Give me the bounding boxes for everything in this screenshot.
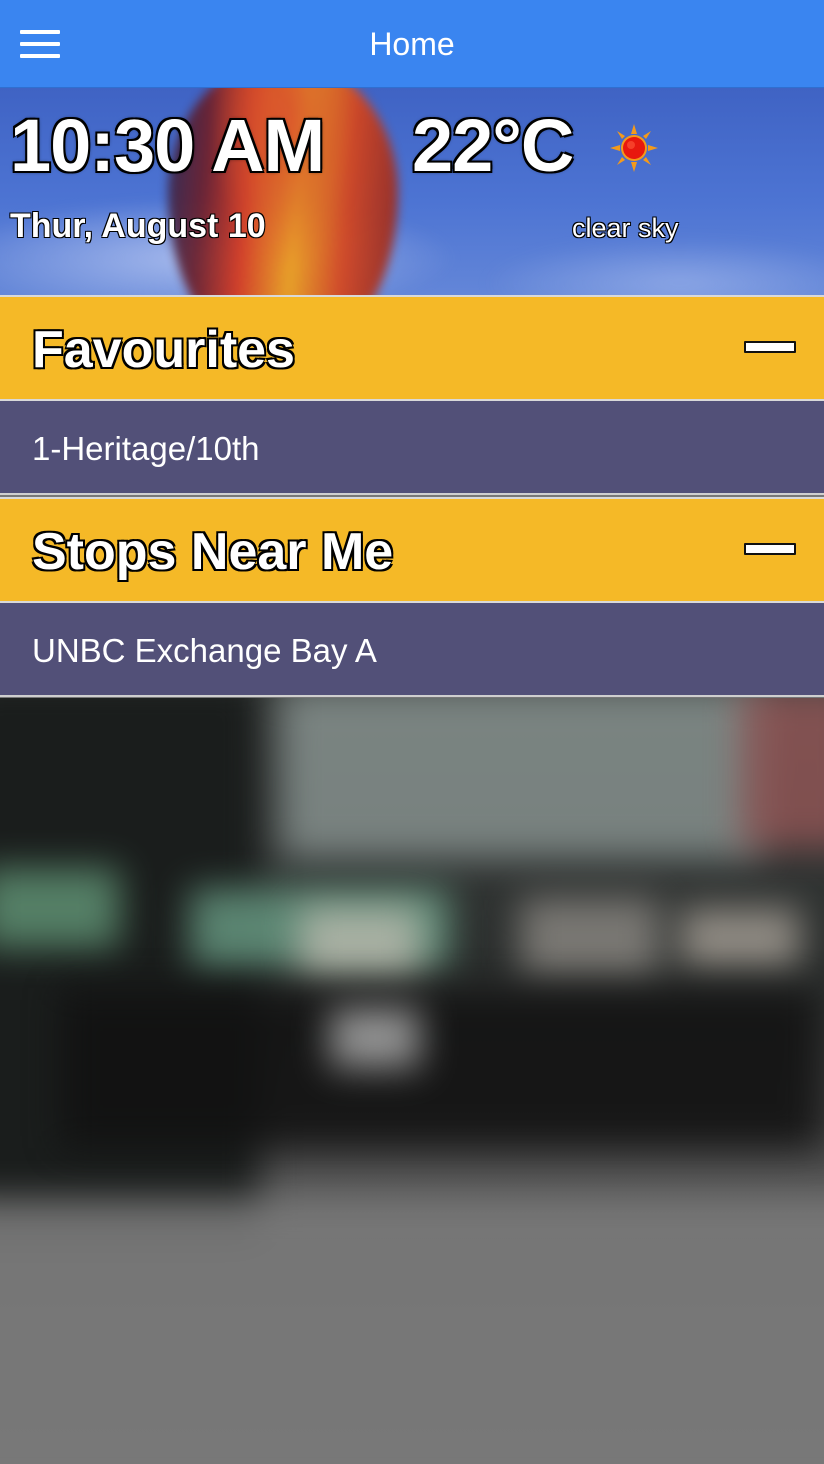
collapse-icon[interactable] <box>744 543 796 555</box>
stop-name: UNBC Exchange Bay A <box>32 632 377 669</box>
app-screen: Home 10:30 AM 22°C Thur, August 10 clear… <box>0 0 824 1464</box>
blurred-bus-background-image <box>0 698 824 1464</box>
section-title: Favourites <box>32 321 295 379</box>
favourites-section-header[interactable]: Favourites <box>0 295 824 401</box>
section-title: Stops Near Me <box>32 523 394 581</box>
stop-name: 1-Heritage/10th <box>32 430 260 467</box>
weather-condition: clear sky <box>572 213 679 243</box>
page-title: Home <box>369 26 455 62</box>
collapse-icon[interactable] <box>744 341 796 353</box>
weather-panel: 10:30 AM 22°C Thur, August 10 clear sky <box>0 88 824 295</box>
list-item-favourite-stop[interactable]: 1-Heritage/10th <box>0 401 824 495</box>
list-item-nearby-stop[interactable]: UNBC Exchange Bay A <box>0 603 824 697</box>
background-cloud <box>480 238 824 295</box>
current-time: 10:30 AM <box>10 104 325 187</box>
stops-near-me-section-header[interactable]: Stops Near Me <box>0 497 824 603</box>
current-date: Thur, August 10 <box>10 207 266 245</box>
current-temperature: 22°C <box>412 104 574 187</box>
sun-icon <box>610 124 658 172</box>
nav-bar: Home <box>0 0 824 88</box>
